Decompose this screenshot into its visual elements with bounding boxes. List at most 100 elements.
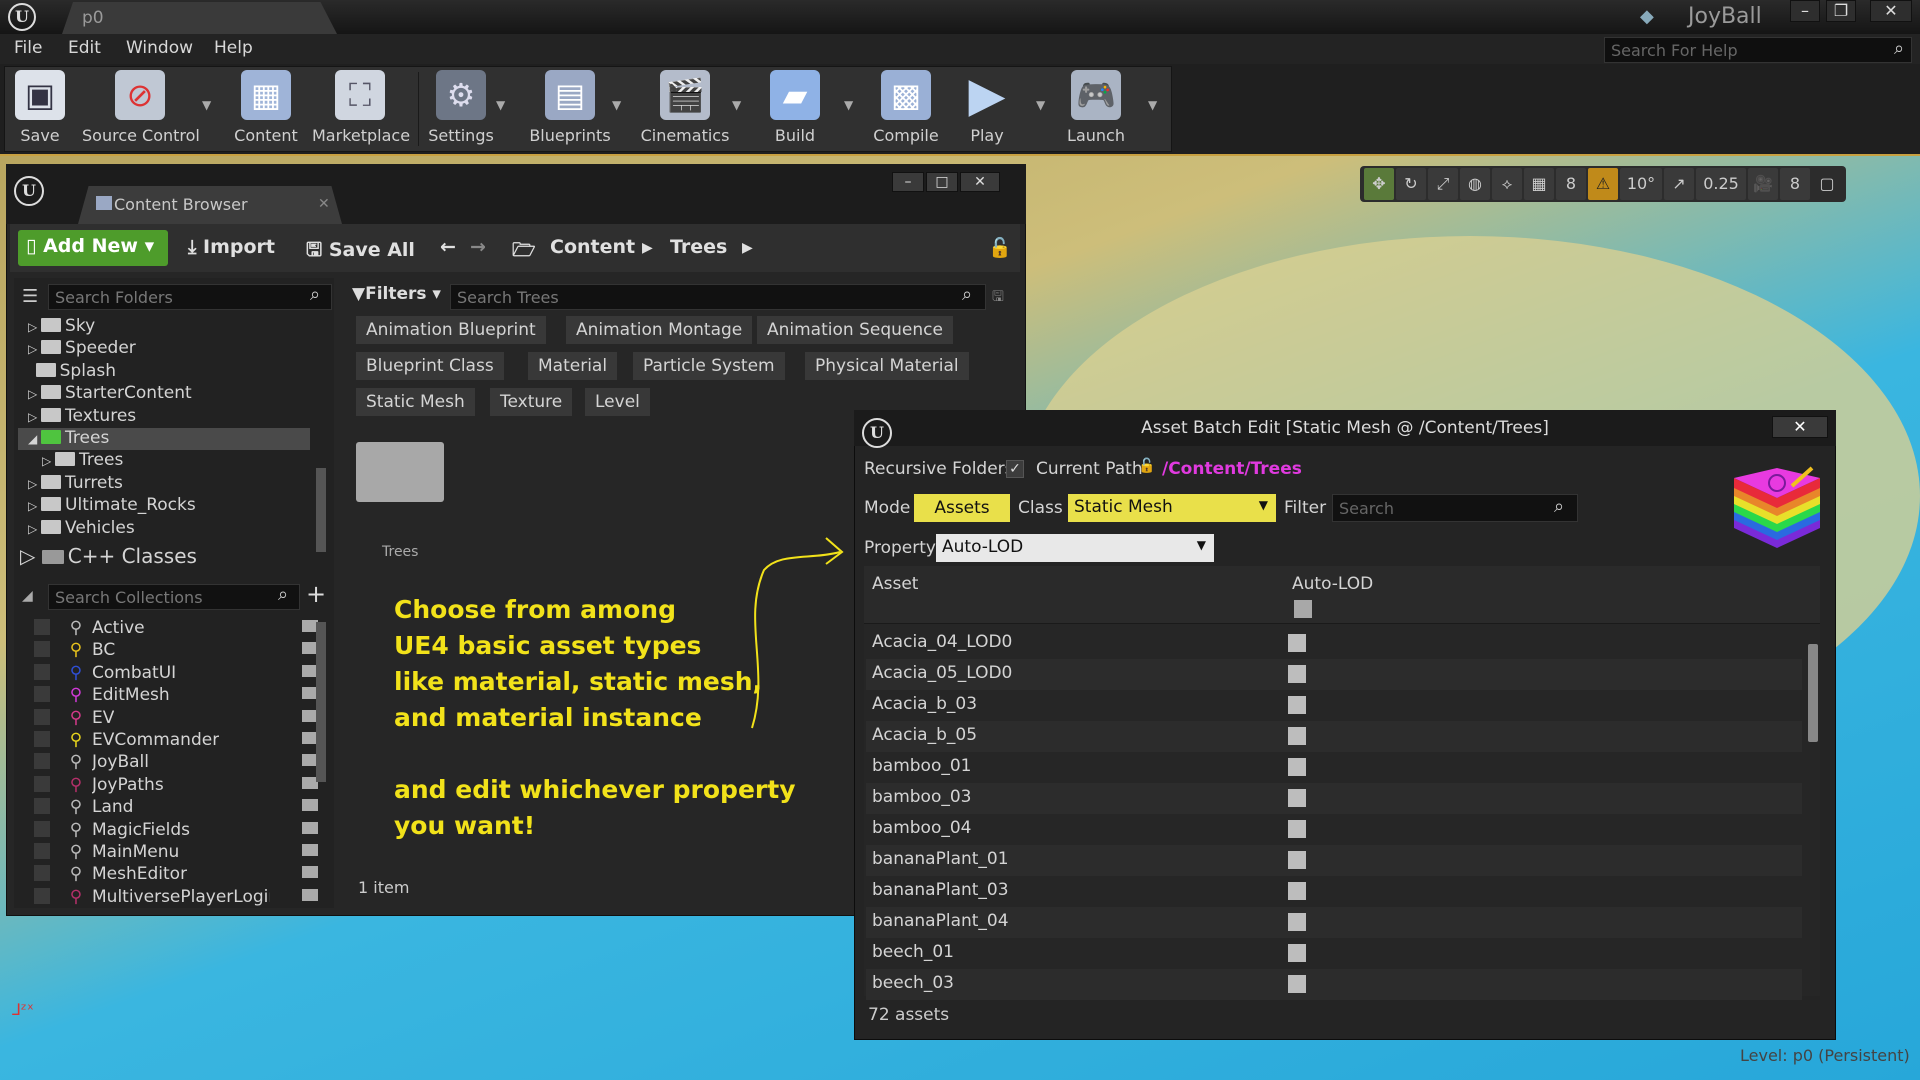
- collection-checkbox[interactable]: [34, 865, 50, 882]
- source-control-button[interactable]: ⊘ Source Control: [82, 68, 200, 150]
- menu-help[interactable]: Help: [214, 38, 253, 58]
- expand-arrow-icon[interactable]: ◢: [28, 432, 41, 446]
- play-dropdown-icon[interactable]: ▼: [1036, 98, 1045, 112]
- blueprints-dropdown-icon[interactable]: ▼: [612, 98, 621, 112]
- close-tab-icon[interactable]: ✕: [318, 196, 330, 212]
- lock-icon[interactable]: 🔓: [1138, 458, 1155, 474]
- table-row[interactable]: bananaPlant_03: [866, 876, 1802, 907]
- breadcrumb-content[interactable]: Content: [550, 236, 635, 258]
- collapse-icon[interactable]: ◢: [22, 588, 33, 604]
- table-row[interactable]: Acacia_04_LOD0: [866, 628, 1802, 659]
- close-button[interactable]: ✕: [1870, 0, 1912, 22]
- import-button[interactable]: ⤓ Import: [188, 236, 275, 258]
- save-button[interactable]: ▣ Save: [12, 68, 68, 150]
- collection-checkbox[interactable]: [34, 708, 50, 725]
- back-arrow-icon[interactable]: ←: [440, 236, 456, 258]
- folder-item[interactable]: ▷ Sky: [28, 316, 95, 336]
- unreal-logo-icon[interactable]: U: [8, 3, 36, 31]
- expand-arrow-icon[interactable]: ▷: [28, 387, 41, 401]
- folder-item[interactable]: ◢ Trees: [28, 428, 109, 448]
- level-tab[interactable]: p0: [62, 2, 337, 34]
- filter-chip[interactable]: Level: [585, 388, 650, 416]
- collection-checkbox[interactable]: [34, 775, 50, 792]
- source-control-dropdown-icon[interactable]: ▼: [202, 98, 211, 112]
- column-header-asset[interactable]: Asset: [872, 574, 918, 594]
- scale-snap-icon[interactable]: ↗: [1664, 168, 1694, 200]
- auto-lod-checkbox[interactable]: [1288, 851, 1306, 869]
- collection-checkbox[interactable]: [34, 753, 50, 770]
- settings-dropdown-icon[interactable]: ▼: [496, 98, 505, 112]
- menu-window[interactable]: Window: [126, 38, 193, 58]
- expand-arrow-icon[interactable]: ▷: [28, 342, 41, 356]
- filter-chip[interactable]: Animation Sequence: [757, 316, 953, 344]
- expand-arrow-icon[interactable]: ▷: [28, 410, 41, 424]
- folder-item[interactable]: ▷ Ultimate_Rocks: [28, 495, 196, 515]
- collection-item[interactable]: ⚲ MainMenu: [34, 842, 324, 862]
- filter-chip[interactable]: Blueprint Class: [356, 352, 504, 380]
- table-row[interactable]: beech_01: [866, 938, 1802, 969]
- filter-chip[interactable]: Material: [528, 352, 618, 380]
- dialog-close-button[interactable]: ✕: [1772, 416, 1828, 438]
- select-all-checkbox[interactable]: [1294, 600, 1312, 618]
- menu-file[interactable]: File: [14, 38, 42, 58]
- filter-chip[interactable]: Static Mesh: [356, 388, 475, 416]
- folder-item[interactable]: ▷ Textures: [28, 406, 136, 426]
- search-icon[interactable]: ⌕: [1894, 38, 1904, 59]
- collection-item[interactable]: ⚲ MagicFields: [34, 820, 324, 840]
- rotate-icon[interactable]: ↻: [1396, 168, 1426, 200]
- collection-item[interactable]: ⚲ CombatUI: [34, 663, 324, 683]
- breadcrumb-trees[interactable]: Trees: [670, 236, 727, 258]
- close-button[interactable]: ✕: [960, 172, 1000, 192]
- scale-size[interactable]: 0.25: [1696, 168, 1746, 200]
- maximize-button[interactable]: ❐: [1826, 0, 1856, 22]
- auto-lod-checkbox[interactable]: [1288, 882, 1306, 900]
- camera-speed[interactable]: 8: [1780, 168, 1810, 200]
- table-row[interactable]: Acacia_b_03: [866, 690, 1802, 721]
- expand-arrow-icon[interactable]: ▷: [28, 477, 41, 491]
- column-header-value[interactable]: Auto-LOD: [1292, 574, 1373, 594]
- expand-arrow-icon[interactable]: ▷: [28, 522, 41, 536]
- content-browser-tab[interactable]: Content Browser: [78, 186, 342, 224]
- auto-lod-checkbox[interactable]: [1288, 665, 1306, 683]
- expand-arrow-icon[interactable]: ▷: [28, 499, 41, 513]
- collection-checkbox[interactable]: [34, 663, 50, 680]
- translate-icon[interactable]: ✥: [1364, 168, 1394, 200]
- expand-arrow-icon[interactable]: [28, 365, 36, 379]
- cinematics-dropdown-icon[interactable]: ▼: [732, 98, 741, 112]
- table-row[interactable]: bamboo_04: [866, 814, 1802, 845]
- minimize-button[interactable]: –: [1790, 0, 1820, 22]
- table-row[interactable]: bananaPlant_01: [866, 845, 1802, 876]
- auto-lod-checkbox[interactable]: [1288, 696, 1306, 714]
- recursive-folders-checkbox[interactable]: ✓: [1006, 460, 1024, 478]
- breadcrumb-chevron-icon[interactable]: ▶: [742, 240, 753, 256]
- folder-scrollbar[interactable]: [316, 468, 326, 552]
- world-space-icon[interactable]: ◍: [1460, 168, 1490, 200]
- build-button[interactable]: ▰ Build: [764, 68, 826, 150]
- collection-item[interactable]: ⚲ MeshEditor: [34, 864, 324, 884]
- auto-lod-checkbox[interactable]: [1288, 944, 1306, 962]
- filter-chip[interactable]: Particle System: [633, 352, 785, 380]
- forward-arrow-icon[interactable]: →: [470, 236, 486, 258]
- collection-checkbox[interactable]: [34, 641, 50, 658]
- collection-item[interactable]: ⚲ BC: [34, 640, 324, 660]
- expand-arrow-icon[interactable]: ▷: [42, 454, 55, 468]
- auto-lod-checkbox[interactable]: [1288, 913, 1306, 931]
- collections-scrollbar[interactable]: [316, 622, 326, 782]
- collection-item[interactable]: ⚲ EVCommander: [34, 730, 324, 750]
- table-row[interactable]: bamboo_03: [866, 783, 1802, 814]
- auto-lod-checkbox[interactable]: [1288, 634, 1306, 652]
- auto-lod-checkbox[interactable]: [1288, 758, 1306, 776]
- table-row[interactable]: beech_03: [866, 969, 1802, 1000]
- build-dropdown-icon[interactable]: ▼: [844, 98, 853, 112]
- folder-item[interactable]: ▷ StarterContent: [28, 383, 192, 403]
- expand-arrow-icon[interactable]: ▷: [28, 320, 41, 334]
- collection-item[interactable]: ⚲ MultiversePlayerLogin: [34, 887, 324, 907]
- table-row[interactable]: bananaPlant_04: [866, 907, 1802, 938]
- filter-chip[interactable]: Animation Montage: [566, 316, 753, 344]
- add-collection-icon[interactable]: +: [306, 580, 326, 608]
- save-search-icon[interactable]: 🖫: [992, 286, 1004, 310]
- search-folders-input[interactable]: Search Folders: [48, 284, 332, 310]
- filter-search-input[interactable]: Search: [1332, 494, 1578, 522]
- auto-lod-checkbox[interactable]: [1288, 789, 1306, 807]
- folder-thumbnail-icon[interactable]: [356, 442, 444, 502]
